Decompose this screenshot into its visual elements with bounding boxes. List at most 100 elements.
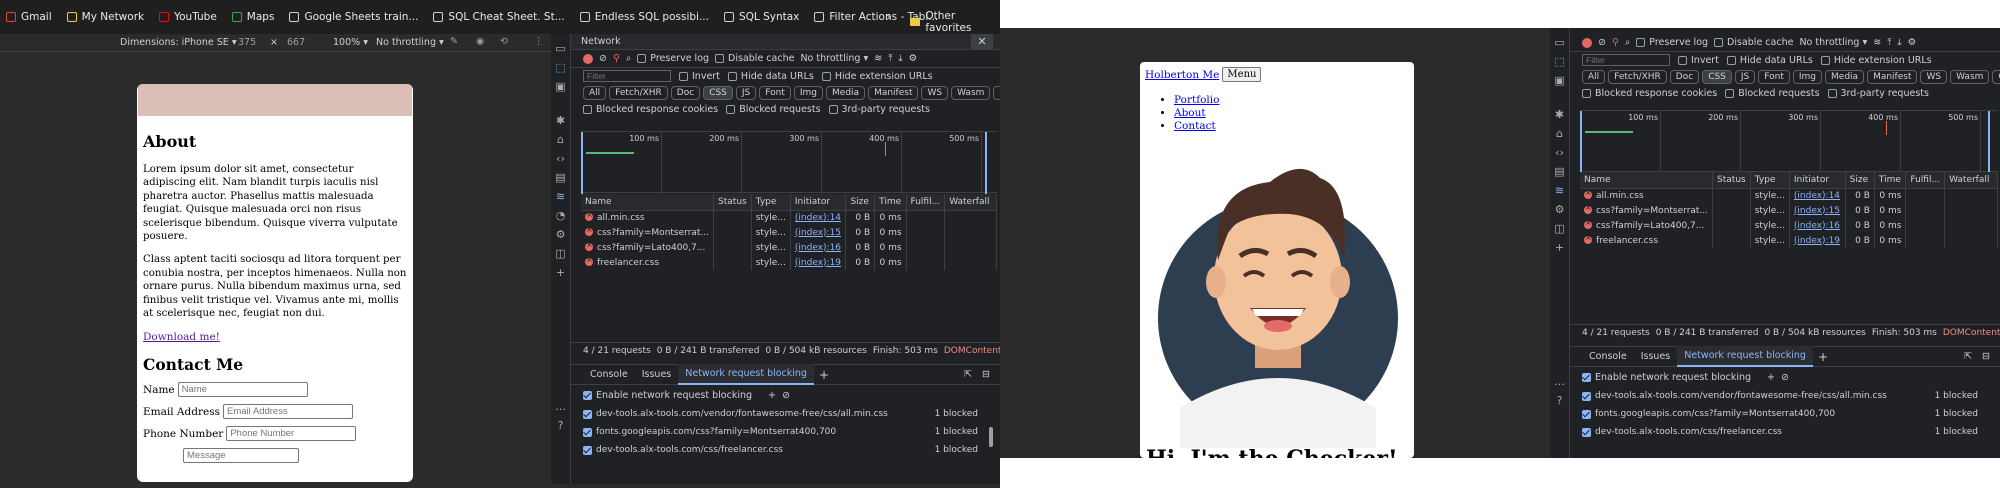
search-icon[interactable]: ⌕ [1625, 37, 1630, 48]
help-icon[interactable]: ? [1553, 393, 1567, 407]
clear-icon[interactable]: ⊘ [1598, 37, 1606, 48]
table-row[interactable]: css?family=Lato400,7... style... (index):1… [1580, 218, 1998, 233]
zoom-select[interactable]: 100% ▾ [333, 37, 368, 48]
blocked-pattern-row[interactable]: fonts.googleapis.com/css?family=Montserr… [571, 423, 1000, 441]
type-filter-wasm[interactable]: Wasm [951, 86, 991, 100]
type-filter-js[interactable]: JS [1734, 70, 1756, 84]
dock-icon[interactable]: ⇱ [964, 369, 972, 380]
email-field[interactable] [222, 404, 353, 420]
gear-icon[interactable]: ⚙ [909, 53, 918, 64]
type-filter-img[interactable]: Img [793, 86, 824, 100]
hide-extension-urls-checkbox[interactable]: Hide extension URLs [1820, 55, 1932, 66]
dimensions-select[interactable]: Dimensions: iPhone SE ▾ [120, 37, 237, 48]
column-header-initiator[interactable]: Initiator [790, 194, 847, 211]
table-row[interactable]: freelancer.css style... (index):19 0 B0 ms [1580, 233, 1998, 248]
more-tools-icon[interactable]: … [554, 399, 568, 413]
bookmark-item[interactable]: Maps [231, 11, 274, 23]
column-header-fulfil[interactable]: Fulfil... [906, 194, 946, 211]
blocked-pattern-row[interactable]: dev-tools.alx-tools.com/vendor/fontaweso… [571, 405, 1000, 423]
download-icon[interactable]: ⤓ [898, 53, 902, 64]
blocked-cookies-checkbox[interactable]: Blocked response cookies [583, 104, 718, 115]
wifi-settings-icon[interactable]: ≋ [1873, 37, 1881, 48]
name-field[interactable] [177, 382, 308, 398]
column-header-type[interactable]: Type [1750, 172, 1790, 189]
bookmark-item[interactable]: YouTube [159, 11, 217, 23]
table-row[interactable]: freelancer.css style... (index):19 0 B0 ms [581, 255, 997, 270]
column-header-time[interactable]: Time [1874, 172, 1907, 189]
type-filter-doc[interactable]: Doc [670, 86, 701, 100]
filter-icon[interactable]: ⚲ [613, 53, 620, 64]
wifi-settings-icon[interactable]: ≋ [874, 53, 882, 64]
type-filter-img[interactable]: Img [1792, 70, 1823, 84]
rotate-icon[interactable]: ⟲ [500, 36, 508, 47]
column-header-fulfil[interactable]: Fulfil... [1905, 172, 1946, 189]
bookmark-item[interactable]: Google Sheets train... [289, 11, 418, 23]
column-header-size[interactable]: Size [1845, 172, 1875, 189]
chevron-right-icon[interactable]: › [886, 10, 891, 25]
download-icon[interactable]: ⤓ [1897, 37, 1901, 48]
settings-icon[interactable]: ⚙ [1553, 202, 1567, 216]
bookmark-item[interactable]: Gmail [6, 11, 52, 23]
close-drawer-icon[interactable]: ⊟ [1982, 351, 1990, 362]
pattern-checkbox[interactable] [583, 409, 592, 419]
bookmark-item[interactable]: My Network [66, 11, 144, 23]
column-header-time[interactable]: Time [874, 194, 907, 211]
search-icon[interactable]: ⌕ [626, 53, 631, 64]
blocked-pattern-row[interactable]: dev-tools.alx-tools.com/vendor/fontaweso… [1570, 387, 2000, 405]
initiator-link[interactable]: (index):19 [1794, 236, 1840, 246]
table-row[interactable]: css?family=Lato400,7... style... (index):1… [581, 240, 997, 255]
application-icon[interactable]: ▤ [554, 170, 568, 184]
blocked-pattern-row[interactable]: dev-tools.alx-tools.com/css/freelancer.c… [1570, 423, 2000, 441]
type-filter-css[interactable]: CSS [1702, 70, 1732, 84]
invert-checkbox[interactable]: Invert [1678, 55, 1719, 66]
blocked-requests-checkbox[interactable]: Blocked requests [1725, 88, 1820, 99]
dock-icon[interactable]: ⇱ [1964, 351, 1972, 362]
other-favorites[interactable]: Other favorites [910, 10, 1000, 34]
add-pattern-icon[interactable]: + [1767, 372, 1775, 383]
type-filter-wasm[interactable]: Wasm [1950, 70, 1990, 84]
throttling-select[interactable]: No throttling ▾ [800, 53, 868, 64]
performance-icon[interactable]: ◔ [554, 208, 568, 222]
application-icon[interactable]: ▤ [1553, 164, 1567, 178]
third-party-checkbox[interactable]: 3rd-party requests [828, 104, 930, 115]
clear-patterns-icon[interactable]: ⊘ [1781, 372, 1789, 383]
device-icon[interactable]: ▭ [1553, 35, 1567, 49]
disable-cache-checkbox[interactable]: Disable cache [715, 53, 794, 64]
drawer-tab-issues[interactable]: Issues [635, 365, 679, 384]
drawer-tab-console[interactable]: Console [1582, 347, 1634, 366]
layers-icon[interactable]: ◫ [554, 246, 568, 260]
hide-extension-urls-checkbox[interactable]: Hide extension URLs [821, 71, 933, 82]
download-link[interactable]: Download me! [143, 331, 407, 343]
type-filter-fetchxhr[interactable]: Fetch/XHR [1608, 70, 1667, 84]
nav-link-portfolio[interactable]: Portfolio [1174, 94, 1219, 106]
column-header-name[interactable]: Name [581, 194, 715, 211]
enable-blocking-checkbox[interactable]: Enable network request blocking [1582, 372, 1751, 383]
code-icon[interactable]: ‹› [554, 151, 568, 165]
column-header-size[interactable]: Size [845, 194, 876, 211]
drawer-tab-network-request-blocking[interactable]: Network request blocking [678, 364, 814, 385]
blocked-pattern-row[interactable]: dev-tools.alx-tools.com/css/freelancer.c… [571, 441, 1000, 459]
pattern-checkbox[interactable] [583, 427, 592, 437]
bookmark-item[interactable]: Endless SQL possibi... [579, 11, 709, 23]
type-filter-font[interactable]: Font [759, 86, 791, 100]
initiator-link[interactable]: (index):15 [795, 228, 841, 238]
table-row[interactable]: all.min.css style... (index):14 0 B0 ms [581, 210, 997, 225]
type-filter-js[interactable]: JS [735, 86, 757, 100]
drawer-scrollbar[interactable] [989, 427, 993, 447]
nav-link-contact[interactable]: Contact [1174, 120, 1216, 132]
pattern-checkbox[interactable] [1582, 409, 1591, 419]
hide-data-urls-checkbox[interactable]: Hide data URLs [1726, 55, 1813, 66]
type-filter-manifest[interactable]: Manifest [1867, 70, 1918, 84]
pencil-icon[interactable]: ✎ [450, 36, 458, 47]
close-drawer-icon[interactable]: ⊟ [982, 369, 990, 380]
panel-icon[interactable]: ▣ [1553, 73, 1567, 87]
throttle-select[interactable]: No throttling ▾ [376, 37, 444, 48]
bookmark-item[interactable]: SQL Syntax [723, 11, 799, 23]
filter-input[interactable] [583, 70, 671, 82]
nav-link-about[interactable]: About [1174, 107, 1206, 119]
initiator-link[interactable]: (index):14 [1794, 191, 1840, 201]
type-filter-ws[interactable]: WS [921, 86, 949, 100]
bookmark-item[interactable]: SQL Cheat Sheet. St... [433, 11, 565, 23]
blocked-cookies-checkbox[interactable]: Blocked response cookies [1582, 88, 1717, 99]
column-header-status[interactable]: Status [713, 194, 752, 211]
